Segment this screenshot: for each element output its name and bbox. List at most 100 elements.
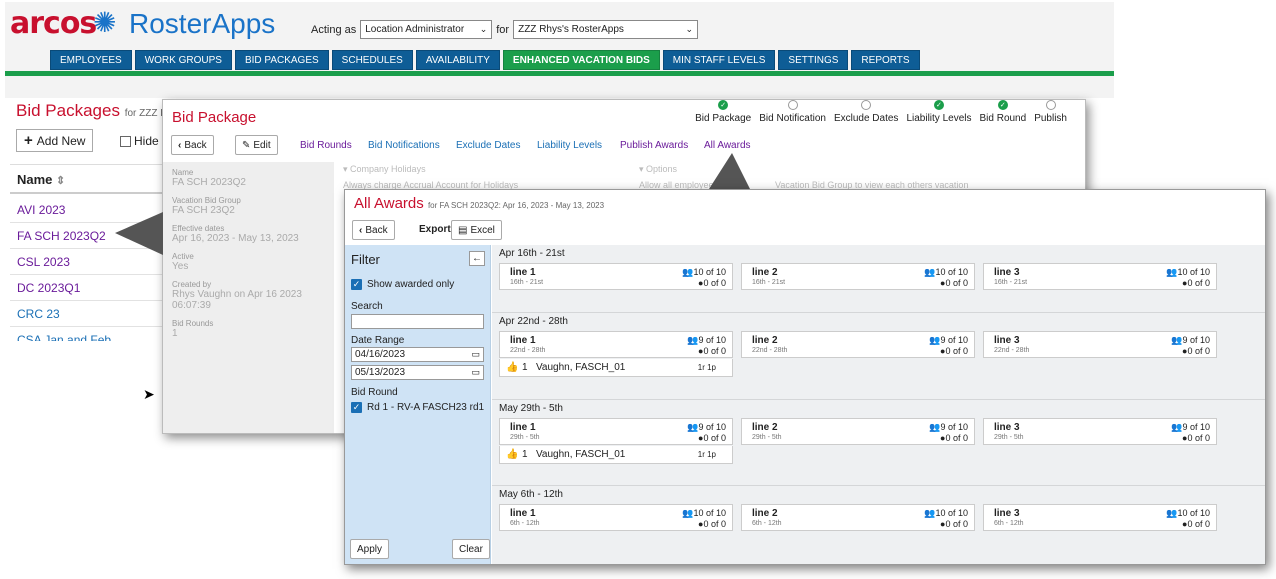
- detail-value: Apr 16, 2023 - May 13, 2023: [172, 233, 299, 244]
- table-row[interactable]: AVI 2023: [10, 197, 175, 223]
- line-dates: 29th - 5th: [752, 434, 782, 441]
- excel-export-button[interactable]: ▤ Excel: [451, 220, 502, 240]
- line-card[interactable]: line 3 29th - 5th 👥9 of 10 ●0 of 0: [983, 418, 1217, 445]
- line-dates: 6th - 12th: [752, 520, 782, 527]
- line-name: line 2: [752, 508, 778, 519]
- line-card[interactable]: line 2 6th - 12th 👥10 of 10 ●0 of 0: [741, 504, 975, 531]
- chevron-down-icon: ⌄: [685, 24, 694, 34]
- capacity-value: 9 of 10: [1182, 422, 1210, 432]
- link-publish-awards[interactable]: Publish Awards: [620, 140, 688, 151]
- line-dates: 29th - 5th: [510, 434, 540, 441]
- back-button-label: Back: [184, 139, 207, 151]
- detail-value: Yes: [172, 261, 189, 272]
- line-name: line 1: [510, 335, 536, 346]
- back-button[interactable]: ‹ Back: [352, 220, 395, 240]
- excel-button-label: Excel: [470, 224, 495, 236]
- nav-tab-schedules[interactable]: SCHEDULES: [331, 50, 413, 70]
- organization-select[interactable]: ZZZ Rhys's RosterApps ⌄: [513, 20, 699, 39]
- capacity-count: 👥9 of 10: [929, 422, 968, 433]
- awarded-value: 0 of 0: [703, 278, 726, 288]
- calendar-icon[interactable]: ▭: [471, 367, 480, 378]
- nav-tab-reports[interactable]: REPORTS: [851, 50, 920, 70]
- wizard-step-label: Liability Levels: [906, 113, 972, 124]
- bid-package-name-link[interactable]: CSL 2023: [17, 255, 70, 269]
- link-bid-rounds[interactable]: Bid Rounds: [300, 140, 352, 151]
- clear-button-label: Clear: [459, 543, 483, 555]
- date-to-value: 05/13/2023: [355, 367, 406, 378]
- link-exclude-dates[interactable]: Exclude Dates: [456, 140, 520, 151]
- nav-tab-settings[interactable]: SETTINGS: [778, 50, 849, 70]
- bid-package-name-link[interactable]: AVI 2023: [17, 203, 65, 217]
- capacity-count: 👥10 of 10: [924, 508, 968, 519]
- capacity-count: 👥10 of 10: [682, 267, 726, 278]
- capacity-value: 9 of 10: [940, 422, 968, 432]
- bid-package-name-link[interactable]: CSA Jan and Feb: [17, 333, 111, 341]
- all-awards-panel: All Awards for FA SCH 2023Q2: Apr 16, 20…: [344, 189, 1266, 565]
- award-rank: 1: [522, 449, 528, 460]
- back-button[interactable]: ‹ Back: [171, 135, 214, 155]
- wizard-step-label: Publish: [1034, 113, 1067, 124]
- table-row[interactable]: DC 2023Q1: [10, 275, 175, 301]
- nav-tab-bid-packages[interactable]: BID PACKAGES: [234, 50, 329, 70]
- app-window: arcos ✺ RosterApps Acting as Location Ad…: [5, 2, 1114, 98]
- awarded-count: ●0 of 0: [1182, 433, 1210, 443]
- edit-button[interactable]: ✎ Edit: [235, 135, 278, 155]
- award-row[interactable]: 👍 1 Vaughn, FASCH_01 1r 1p: [499, 359, 733, 377]
- link-all-awards[interactable]: All Awards: [704, 140, 751, 151]
- line-card[interactable]: line 3 16th - 21st 👥10 of 10 ●0 of 0: [983, 263, 1217, 290]
- line-name: line 3: [994, 508, 1020, 519]
- awarded-count: ●0 of 0: [698, 519, 726, 529]
- table-row[interactable]: CRC 23: [10, 301, 175, 327]
- line-card[interactable]: line 2 29th - 5th 👥9 of 10 ●0 of 0: [741, 418, 975, 445]
- bid-package-toolbar: ‹ Back ✎ Edit Bid Rounds Bid Notification…: [163, 133, 1085, 157]
- table-row[interactable]: FA SCH 2023Q2: [10, 223, 175, 249]
- line-card[interactable]: line 1 6th - 12th 👥10 of 10 ●0 of 0: [499, 504, 733, 531]
- nav-tab-availability[interactable]: AVAILABILITY: [415, 50, 500, 70]
- bid-package-name-link[interactable]: CRC 23: [17, 307, 60, 321]
- line-card[interactable]: line 2 16th - 21st 👥10 of 10 ●0 of 0: [741, 263, 975, 290]
- awarded-value: 0 of 0: [1187, 346, 1210, 356]
- group-icon: 👥: [929, 422, 941, 432]
- date-from-input[interactable]: 04/16/2023 ▭: [351, 347, 484, 362]
- line-card[interactable]: line 2 22nd - 28th 👥9 of 10 ●0 of 0: [741, 331, 975, 358]
- link-bid-notifications[interactable]: Bid Notifications: [368, 140, 440, 151]
- role-select[interactable]: Location Administrator ⌄: [360, 20, 493, 39]
- export-label: Export: [419, 224, 451, 235]
- search-input[interactable]: [351, 314, 484, 329]
- bid-package-name-link[interactable]: FA SCH 2023Q2: [17, 229, 106, 243]
- table-row[interactable]: CSL 2023: [10, 249, 175, 275]
- nav-tab-work-groups[interactable]: WORK GROUPS: [134, 50, 232, 70]
- line-card[interactable]: line 1 22nd - 28th 👥9 of 10 ●0 of 0: [499, 331, 733, 358]
- wizard-step: ✓ Bid Round: [975, 100, 1030, 124]
- awarded-count: ●0 of 0: [698, 346, 726, 356]
- nav-tab-employees[interactable]: EMPLOYEES: [50, 50, 132, 70]
- line-card[interactable]: line 1 29th - 5th 👥9 of 10 ●0 of 0: [499, 418, 733, 445]
- date-to-input[interactable]: 05/13/2023 ▭: [351, 365, 484, 380]
- link-liability-levels[interactable]: Liability Levels: [537, 140, 602, 151]
- apply-button[interactable]: Apply: [350, 539, 390, 559]
- add-new-button[interactable]: + Add New: [16, 129, 94, 152]
- bid-package-name-link[interactable]: DC 2023Q1: [17, 281, 80, 295]
- nav-tab-min-staff-levels[interactable]: MIN STAFF LEVELS: [662, 50, 776, 70]
- brand-header: arcos ✺ RosterApps Acting as Location Ad…: [5, 2, 1114, 47]
- award-row[interactable]: 👍 1 Vaughn, FASCH_01 1r 1p: [499, 446, 733, 464]
- group-icon: 👥: [1166, 508, 1178, 518]
- collapse-filter-button[interactable]: ←: [469, 251, 485, 266]
- company-holidays-label: Company Holidays: [350, 164, 426, 174]
- table-row[interactable]: CSA Jan and Feb: [10, 327, 175, 341]
- awards-weeks-list: Apr 16th - 21st line 1 16th - 21st 👥10 of 1…: [492, 245, 1265, 564]
- clear-button[interactable]: Clear: [452, 539, 490, 559]
- nav-tab-enhanced-vacation-bids[interactable]: ENHANCED VACATION BIDS: [502, 50, 660, 70]
- name-column-header[interactable]: Name ⇕: [10, 164, 175, 194]
- line-card[interactable]: line 3 22nd - 28th 👥9 of 10 ●0 of 0: [983, 331, 1217, 358]
- line-card[interactable]: line 3 6th - 12th 👥10 of 10 ●0 of 0: [983, 504, 1217, 531]
- thumbs-up-icon: 👍: [506, 362, 519, 373]
- calendar-icon[interactable]: ▭: [471, 349, 480, 360]
- capacity-value: 9 of 10: [1182, 335, 1210, 345]
- line-card[interactable]: line 1 16th - 21st 👥10 of 10 ●0 of 0: [499, 263, 733, 290]
- checkbox-box: [120, 135, 131, 147]
- show-awarded-only-checkbox[interactable]: ✓ Show awarded only: [351, 279, 454, 290]
- empty-circle-icon: [1045, 100, 1056, 110]
- arrow-left-icon: ←: [472, 253, 482, 264]
- bid-round-checkbox[interactable]: ✓ Rd 1 - RV-A FASCH23 rd1: [351, 402, 484, 413]
